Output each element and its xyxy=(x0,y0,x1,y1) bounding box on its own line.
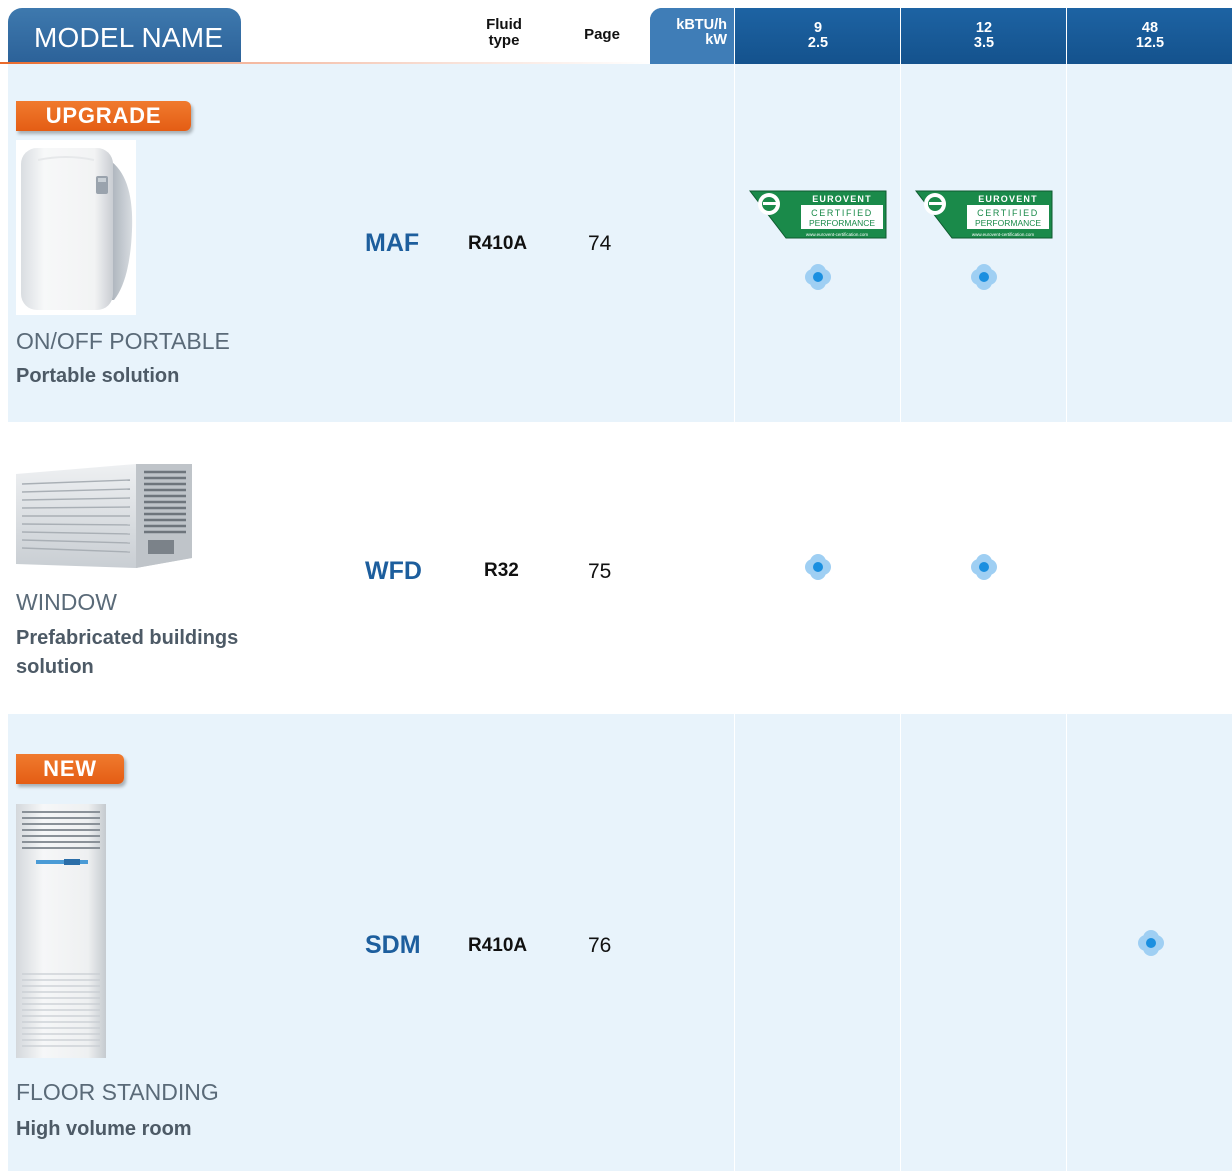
page-number-sdm[interactable]: 76 xyxy=(588,934,611,958)
availability-dot-icon xyxy=(805,554,831,580)
subtitle-window-line1: Prefabricated buildings xyxy=(16,627,239,649)
eurovent-line2: CERTIFIED xyxy=(977,208,1039,218)
type-label-floor-standing: FLOOR STANDING xyxy=(16,1079,219,1105)
fluid-type-sdm: R410A xyxy=(468,935,528,956)
capacity-kw: 2.5 xyxy=(807,35,829,51)
capacity-unit-header: kBTU/h kW xyxy=(650,8,734,64)
availability-dot-icon xyxy=(971,264,997,290)
row-maf-background xyxy=(8,64,1232,422)
header-divider xyxy=(734,8,735,64)
grid-line xyxy=(734,714,735,1171)
page-number-maf[interactable]: 74 xyxy=(588,232,611,256)
type-label-window: WINDOW xyxy=(16,589,117,615)
floor-standing-ac-image xyxy=(16,804,106,1058)
new-badge: NEW xyxy=(16,754,124,784)
model-code-sdm: SDM xyxy=(365,931,421,959)
window-ac-image xyxy=(16,460,192,570)
model-code-wfd: WFD xyxy=(365,557,422,585)
eurovent-url: www.eurovent-certification.com xyxy=(972,232,1035,237)
availability-dot-icon xyxy=(1138,930,1164,956)
fluid-type-wfd: R32 xyxy=(484,560,519,581)
floor-standing-ac-icon xyxy=(16,804,106,1058)
capacity-column-48: 48 12.5 xyxy=(1067,8,1232,64)
capacity-column-12: 12 3.5 xyxy=(901,8,1067,64)
subtitle-window: Prefabricated buildings solution xyxy=(16,624,238,682)
capacity-kbtu: 48 xyxy=(1141,20,1159,36)
subtitle-window-line2: solution xyxy=(16,656,94,678)
capacity-kw: 3.5 xyxy=(973,35,995,51)
grid-line xyxy=(900,64,901,422)
portable-ac-image xyxy=(16,140,136,315)
availability-dot-icon xyxy=(971,554,997,580)
subtitle-floor-standing: High volume room xyxy=(16,1118,192,1140)
model-name-label: MODEL NAME xyxy=(34,22,224,53)
type-label-portable: ON/OFF PORTABLE xyxy=(16,328,230,354)
unit-kbtu-label: kBTU/h xyxy=(676,17,727,33)
grid-line xyxy=(1066,714,1067,1171)
eurovent-url: www.eurovent-certification.com xyxy=(806,232,869,237)
eurovent-line1: EUROVENT xyxy=(812,194,872,204)
capacity-column-9: 9 2.5 xyxy=(735,8,901,64)
availability-dot-icon xyxy=(805,264,831,290)
capacity-kbtu: 12 xyxy=(975,20,993,36)
page-number-wfd[interactable]: 75 xyxy=(588,560,611,584)
capacity-kw: 12.5 xyxy=(1135,35,1165,51)
portable-ac-icon xyxy=(16,140,136,315)
eurovent-certified-logo: EUROVENT CERTIFIED PERFORMANCE www.eurov… xyxy=(914,190,1053,240)
model-code-maf: MAF xyxy=(365,229,420,257)
fluid-type-header: Fluid type xyxy=(474,17,534,49)
grid-line xyxy=(900,714,901,1171)
fluid-type-header-line2: type xyxy=(488,32,520,49)
eurovent-line1: EUROVENT xyxy=(978,194,1038,204)
page-header: Page xyxy=(584,26,620,43)
eurovent-line3: PERFORMANCE xyxy=(809,218,875,228)
header-divider xyxy=(1066,8,1067,64)
grid-line xyxy=(1066,64,1067,422)
subtitle-portable: Portable solution xyxy=(16,365,180,387)
eurovent-line2: CERTIFIED xyxy=(811,208,873,218)
window-ac-icon xyxy=(16,464,192,568)
eurovent-line3: PERFORMANCE xyxy=(975,218,1041,228)
grid-line xyxy=(734,64,735,422)
fluid-type-header-line1: Fluid xyxy=(486,16,522,33)
model-name-header: MODEL NAME xyxy=(8,8,241,62)
unit-kw-label: kW xyxy=(705,32,727,48)
eurovent-certified-logo: EUROVENT CERTIFIED PERFORMANCE www.eurov… xyxy=(748,190,887,240)
capacity-kbtu: 9 xyxy=(813,20,823,36)
upgrade-badge: UPGRADE xyxy=(16,101,191,131)
fluid-type-maf: R410A xyxy=(468,233,528,254)
header-divider xyxy=(900,8,901,64)
